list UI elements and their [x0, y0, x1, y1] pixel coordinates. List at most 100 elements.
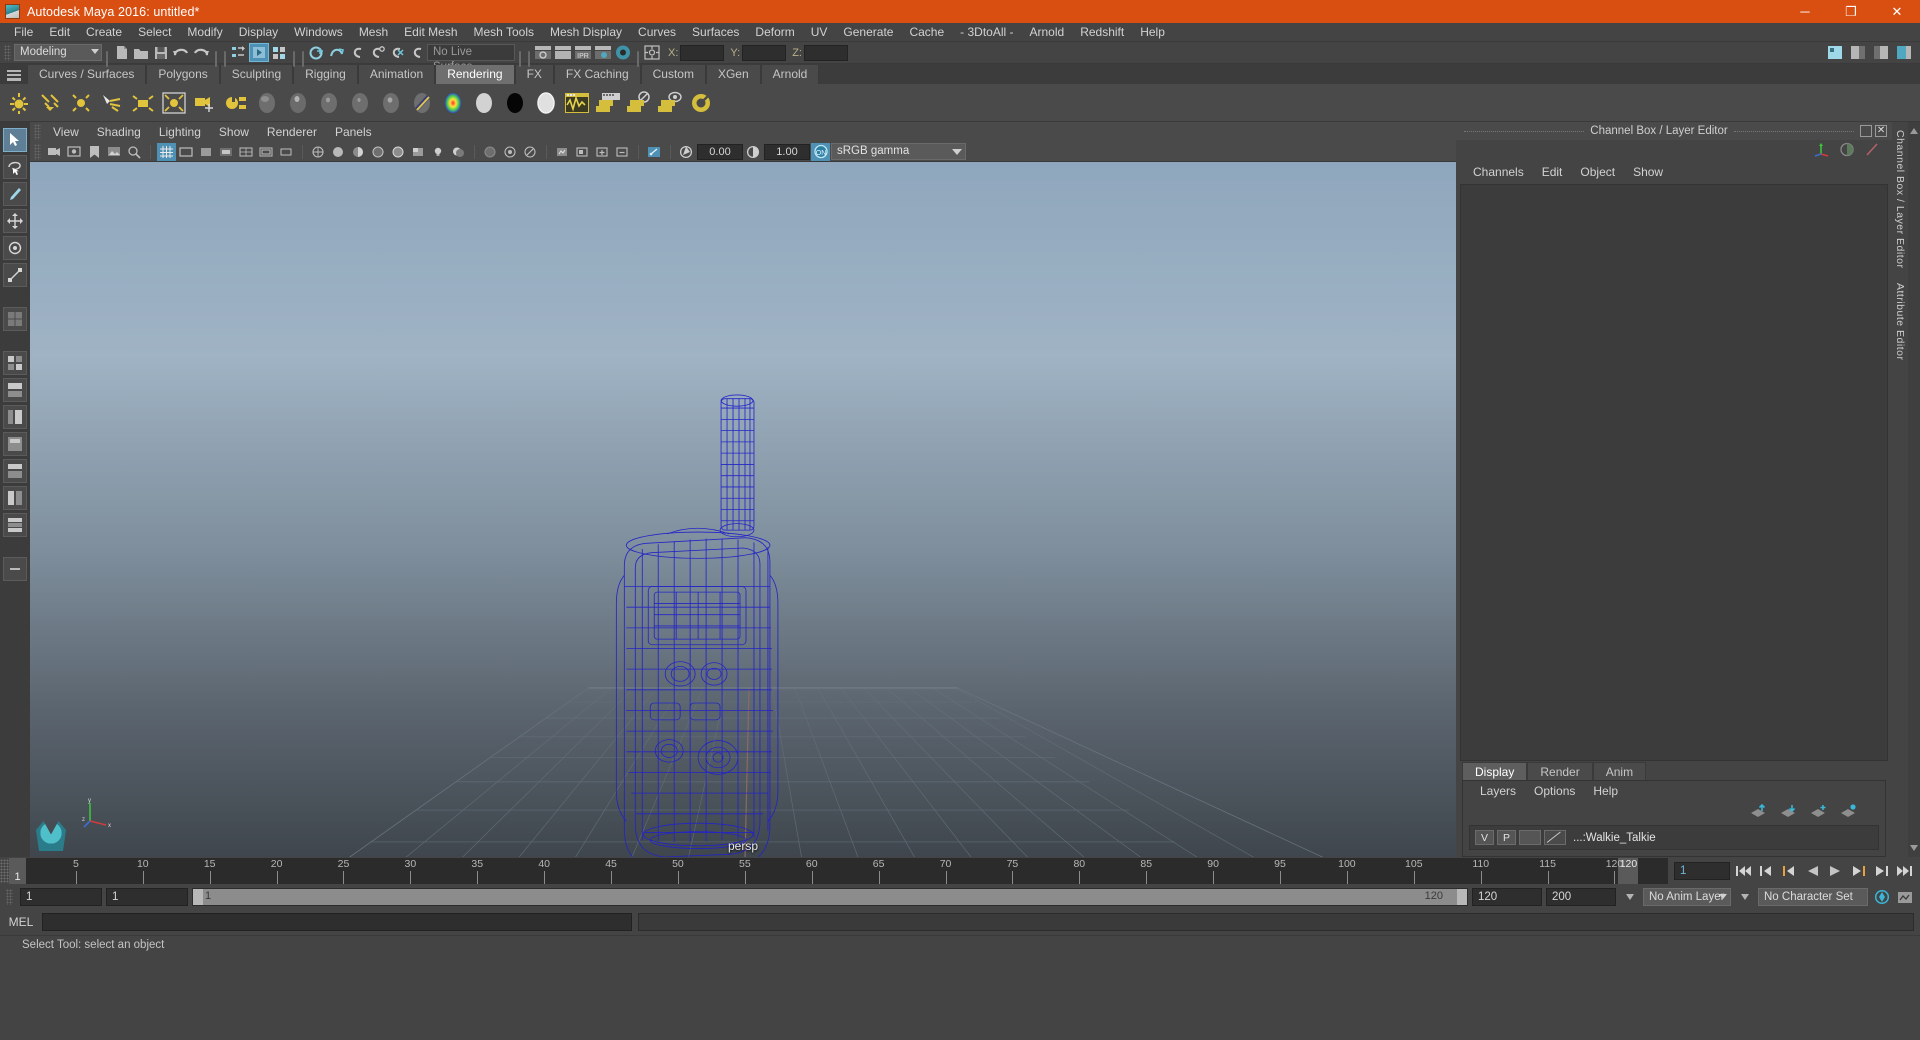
- play-forwards-icon[interactable]: [1826, 861, 1845, 881]
- blinn-material-icon[interactable]: [285, 90, 311, 116]
- auto-keyframe-icon[interactable]: [1872, 887, 1891, 907]
- new-layer-from-selected-icon[interactable]: [1840, 804, 1857, 820]
- exposure-reset-icon[interactable]: [645, 143, 664, 161]
- panel-toolbar-grip[interactable]: [34, 143, 41, 160]
- step-forward-key-icon[interactable]: [1872, 861, 1891, 881]
- show-hide-tool-settings-icon[interactable]: [1871, 43, 1891, 62]
- layer-tab-display[interactable]: Display: [1462, 762, 1528, 780]
- phonge-material-icon[interactable]: [347, 90, 373, 116]
- current-time-indicator[interactable]: 1: [9, 858, 26, 884]
- shaded-wireframe-icon[interactable]: [389, 143, 408, 161]
- anim-layer-options-icon[interactable]: [1735, 887, 1754, 907]
- show-hide-attribute-editor-icon[interactable]: [1848, 43, 1868, 62]
- menu-item-file[interactable]: File: [6, 23, 41, 42]
- go-to-start-icon[interactable]: [1734, 861, 1753, 881]
- safe-title-icon[interactable]: [277, 143, 296, 161]
- phong-material-icon[interactable]: [316, 90, 342, 116]
- menu-item-curves[interactable]: Curves: [630, 23, 684, 42]
- layout-two-pane-button[interactable]: [3, 486, 27, 510]
- paint-select-tool-button[interactable]: [3, 182, 27, 206]
- render-settings-icon[interactable]: [593, 43, 613, 62]
- snap-to-projected-center-button[interactable]: [367, 43, 387, 62]
- rotate-tool-button[interactable]: [3, 236, 27, 260]
- play-backwards-icon[interactable]: [1803, 861, 1822, 881]
- shelf-tab-xgen[interactable]: XGen: [705, 65, 761, 84]
- show-render-view-icon[interactable]: [533, 43, 553, 62]
- layout-four-view-button[interactable]: [3, 351, 27, 375]
- show-hide-channel-box-icon[interactable]: [1894, 43, 1914, 62]
- display-layer-list[interactable]: V P ...:Walkie_Talkie: [1469, 825, 1879, 850]
- channel-box-icon[interactable]: [1813, 142, 1830, 160]
- script-language-label[interactable]: MEL: [6, 915, 36, 929]
- field-chart-icon[interactable]: [237, 143, 256, 161]
- menu-item-surfaces[interactable]: Surfaces: [684, 23, 747, 42]
- expand-toolbox-button[interactable]: [3, 557, 27, 581]
- range-grip[interactable]: [6, 889, 13, 905]
- shelf-tab-sculpting[interactable]: Sculpting: [219, 65, 294, 84]
- render-view-icon[interactable]: [595, 90, 621, 116]
- safe-action-icon[interactable]: [257, 143, 276, 161]
- scale-tool-button[interactable]: [3, 263, 27, 287]
- shelf-tab-rigging[interactable]: Rigging: [293, 65, 358, 84]
- undock-icon[interactable]: [1860, 125, 1873, 137]
- command-input[interactable]: [42, 913, 632, 931]
- area-light-icon[interactable]: [130, 90, 156, 116]
- shadows-toggle-icon[interactable]: [449, 143, 468, 161]
- panel-grip[interactable]: [34, 124, 41, 140]
- menu-item-generate[interactable]: Generate: [835, 23, 901, 42]
- color-management-dropdown[interactable]: sRGB gamma: [831, 143, 966, 160]
- isolate-select-add-icon[interactable]: [593, 143, 612, 161]
- isolate-select-icon[interactable]: [573, 143, 592, 161]
- channel-box-menu-edit[interactable]: Edit: [1533, 165, 1572, 179]
- open-attribute-editor-icon[interactable]: [642, 43, 662, 62]
- xray-toggle-icon[interactable]: [481, 143, 500, 161]
- menu-item-edit[interactable]: Edit: [41, 23, 78, 42]
- xray-joints-alt-icon[interactable]: [521, 143, 540, 161]
- menu-item-cache[interactable]: Cache: [901, 23, 952, 42]
- maximize-button[interactable]: ❐: [1828, 0, 1874, 23]
- range-slider-handle[interactable]: 1 120: [193, 889, 1467, 905]
- spot-light-icon[interactable]: [99, 90, 125, 116]
- shelf-tab-fx[interactable]: FX: [514, 65, 554, 84]
- select-camera-icon[interactable]: [45, 143, 64, 161]
- panel-menu-renderer[interactable]: Renderer: [258, 122, 326, 142]
- new-scene-button[interactable]: [111, 43, 131, 62]
- menu-set-dropdown[interactable]: Modeling: [14, 44, 102, 61]
- menu-item-mesh-display[interactable]: Mesh Display: [542, 23, 630, 42]
- time-slider-track[interactable]: 1 120 5 10 15 20 25 30 35 40 45 50 55 60 65 70 75 80 85 9…: [9, 858, 1668, 884]
- side-tab-attribute-editor[interactable]: Attribute Editor: [1894, 283, 1906, 360]
- light-linking-icon[interactable]: [223, 90, 249, 116]
- layout-persp-button[interactable]: [3, 378, 27, 402]
- ipr-render-icon[interactable]: IPR: [573, 43, 593, 62]
- time-slider-grip[interactable]: [0, 859, 9, 883]
- menu-item-select[interactable]: Select: [130, 23, 179, 42]
- channel-box-menu-channels[interactable]: Channels: [1464, 165, 1533, 179]
- current-frame-field[interactable]: 1: [1674, 862, 1730, 880]
- menu-item-edit-mesh[interactable]: Edit Mesh: [396, 23, 465, 42]
- snap-to-view-plane-button[interactable]: [387, 43, 407, 62]
- attribute-editor-icon[interactable]: [1839, 142, 1855, 160]
- go-to-end-icon[interactable]: [1895, 861, 1914, 881]
- layout-persp-graph-button[interactable]: [3, 432, 27, 456]
- statusline-grip[interactable]: [4, 44, 11, 61]
- camera-attributes-icon[interactable]: [65, 143, 84, 161]
- select-object-button[interactable]: [249, 43, 269, 62]
- grid-toggle-icon[interactable]: [157, 142, 176, 161]
- lasso-select-tool-button[interactable]: [3, 155, 27, 179]
- layered-shader-icon[interactable]: [409, 90, 435, 116]
- layer-tab-anim[interactable]: Anim: [1592, 762, 1647, 780]
- redo-button[interactable]: [191, 43, 211, 62]
- snap-to-point-button[interactable]: [347, 43, 367, 62]
- snap-to-curve-button[interactable]: [327, 43, 347, 62]
- two-d-pan-zoom-icon[interactable]: [125, 143, 144, 161]
- panel-menu-show[interactable]: Show: [210, 122, 258, 142]
- menu-item-mesh-tools[interactable]: Mesh Tools: [466, 23, 542, 42]
- x-input[interactable]: [680, 44, 725, 61]
- shelf-tab-fx-caching[interactable]: FX Caching: [553, 65, 641, 84]
- shelf-tab-custom[interactable]: Custom: [640, 65, 706, 84]
- animation-end-time-field[interactable]: 200: [1546, 888, 1616, 906]
- layer-menu-help[interactable]: Help: [1584, 784, 1627, 798]
- layer-color-swatch[interactable]: [1544, 830, 1566, 845]
- save-scene-button[interactable]: [151, 43, 171, 62]
- exposure-icon[interactable]: [677, 143, 696, 161]
